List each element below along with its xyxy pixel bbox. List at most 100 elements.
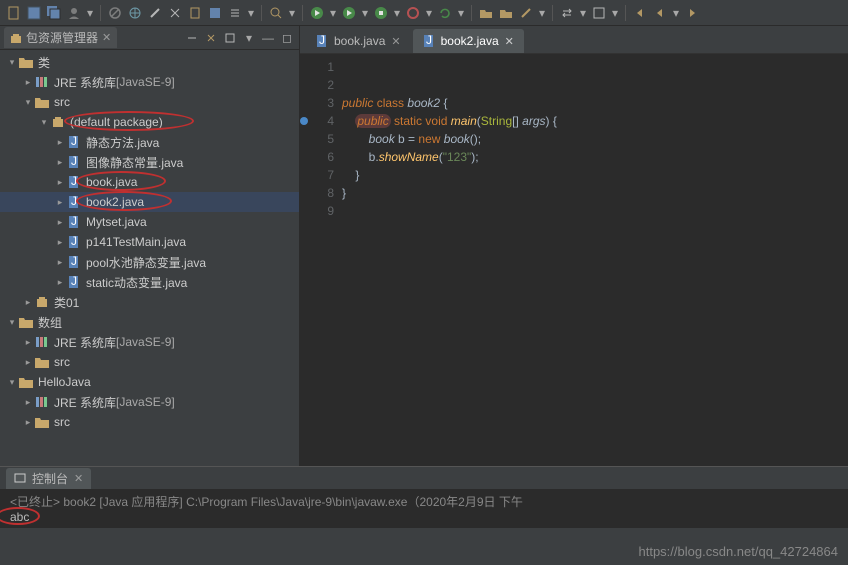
dropdown-icon[interactable]: ▾: [329, 5, 337, 21]
stop-icon[interactable]: [405, 5, 421, 21]
save-icon[interactable]: [26, 5, 42, 21]
breakpoint-icon[interactable]: [300, 117, 308, 125]
code-editor[interactable]: 123456789 public class book2 { public st…: [300, 54, 848, 466]
dropdown-icon[interactable]: ▾: [611, 5, 619, 21]
console-tab[interactable]: 控制台 ✕: [6, 468, 91, 489]
expand-icon[interactable]: ▾: [6, 57, 18, 68]
expand-icon[interactable]: ▾: [22, 97, 34, 108]
folder-new-icon[interactable]: [498, 5, 514, 21]
java-icon: J: [66, 215, 82, 229]
folder-open-icon[interactable]: [478, 5, 494, 21]
expand-icon[interactable]: ▸: [22, 397, 34, 408]
tree-item[interactable]: ▸J图像静态常量.java: [0, 152, 299, 172]
saveall-icon[interactable]: [46, 5, 62, 21]
globe-icon[interactable]: [127, 5, 143, 21]
back-icon[interactable]: [632, 5, 648, 21]
cut-icon[interactable]: [167, 5, 183, 21]
minimize-icon[interactable]: —: [260, 30, 276, 46]
editor-tab[interactable]: Jbook.java✕: [306, 29, 411, 53]
dropdown-icon[interactable]: ▾: [579, 5, 587, 21]
tree-item[interactable]: ▸ src: [0, 352, 299, 372]
tree-item[interactable]: ▾类: [0, 52, 299, 72]
list-icon[interactable]: [227, 5, 243, 21]
expand-icon[interactable]: ▸: [22, 77, 34, 88]
clip-icon[interactable]: [187, 5, 203, 21]
dropdown-icon[interactable]: ▾: [672, 5, 680, 21]
tree-item[interactable]: ▸JRE 系统库 [JavaSE-9]: [0, 332, 299, 352]
tree-item[interactable]: ▸Jbook.java: [0, 172, 299, 192]
expand-icon[interactable]: ▸: [54, 257, 66, 268]
run-icon[interactable]: [309, 5, 325, 21]
tree-label: src: [54, 415, 70, 429]
expand-icon[interactable]: ▾: [6, 317, 18, 328]
expand-icon[interactable]: ▸: [54, 137, 66, 148]
expand-icon[interactable]: ▸: [54, 217, 66, 228]
tree-item[interactable]: ▸J静态方法.java: [0, 132, 299, 152]
editor-tab[interactable]: Jbook2.java✕: [413, 29, 524, 53]
tree-item[interactable]: ▸Jbook2.java: [0, 192, 299, 212]
tree-item[interactable]: ▸Jpool水池静态变量.java: [0, 252, 299, 272]
filter-icon[interactable]: [222, 30, 238, 46]
expand-icon[interactable]: ▸: [54, 237, 66, 248]
expand-icon[interactable]: ▸: [22, 297, 34, 308]
expand-icon[interactable]: ▾: [38, 117, 50, 128]
close-icon[interactable]: ✕: [391, 35, 400, 48]
refresh-icon[interactable]: [437, 5, 453, 21]
expand-icon[interactable]: ▸: [22, 337, 34, 348]
window-icon[interactable]: [591, 5, 607, 21]
collapse-icon[interactable]: [184, 30, 200, 46]
tree-item[interactable]: ▸JRE 系统库 [JavaSE-9]: [0, 392, 299, 412]
tree-item[interactable]: ▸类01: [0, 292, 299, 312]
expand-icon[interactable]: ▸: [54, 197, 66, 208]
close-icon[interactable]: ✕: [505, 35, 514, 48]
brush-icon[interactable]: [518, 5, 534, 21]
dropdown-icon[interactable]: ▾: [86, 5, 94, 21]
tree-item[interactable]: ▸Jp141TestMain.java: [0, 232, 299, 252]
dropdown-icon[interactable]: ▾: [247, 5, 255, 21]
book-icon[interactable]: [207, 5, 223, 21]
expand-icon[interactable]: ▸: [54, 177, 66, 188]
new-icon[interactable]: [6, 5, 22, 21]
tree-item[interactable]: ▸JRE 系统库 [JavaSE-9]: [0, 72, 299, 92]
java-icon: J: [66, 255, 82, 269]
expand-icon[interactable]: ▸: [54, 277, 66, 288]
expand-icon[interactable]: ▸: [22, 357, 34, 368]
tree-item[interactable]: ▾HelloJava: [0, 372, 299, 392]
close-icon[interactable]: ✕: [102, 31, 111, 44]
dropdown-icon[interactable]: ▾: [457, 5, 465, 21]
tree-item[interactable]: ▸JMytset.java: [0, 212, 299, 232]
tree-item[interactable]: ▸Jstatic动态变量.java: [0, 272, 299, 292]
project-tree[interactable]: ▾类▸JRE 系统库 [JavaSE-9]▾src▾(default packa…: [0, 50, 299, 466]
dropdown-icon[interactable]: ▾: [288, 5, 296, 21]
search-icon[interactable]: [268, 5, 284, 21]
tree-item[interactable]: ▾(default package): [0, 112, 299, 132]
link-icon[interactable]: [203, 30, 219, 46]
swap-icon[interactable]: [559, 5, 575, 21]
maximize-icon[interactable]: ◻: [279, 30, 295, 46]
tree-item[interactable]: ▾数组: [0, 312, 299, 332]
debug-icon[interactable]: [373, 5, 389, 21]
dropdown-icon[interactable]: ▾: [538, 5, 546, 21]
run-ext-icon[interactable]: [341, 5, 357, 21]
tree-label: src: [54, 355, 70, 369]
dropdown-icon[interactable]: ▾: [361, 5, 369, 21]
expand-icon[interactable]: ▾: [6, 377, 18, 388]
wand-icon[interactable]: [147, 5, 163, 21]
panel-title-tab[interactable]: 包资源管理器 ✕: [4, 27, 117, 48]
profile-icon[interactable]: [66, 5, 82, 21]
dropdown-icon[interactable]: ▾: [425, 5, 433, 21]
tree-decoration: [JavaSE-9]: [116, 75, 175, 89]
tree-item[interactable]: ▾src: [0, 92, 299, 112]
console-output[interactable]: <已终止> book2 [Java 应用程序] C:\Program Files…: [0, 489, 848, 528]
back-step-icon[interactable]: [652, 5, 668, 21]
forward-icon[interactable]: [684, 5, 700, 21]
expand-icon[interactable]: ▸: [54, 157, 66, 168]
tree-item[interactable]: ▸ src: [0, 412, 299, 432]
dropdown-icon[interactable]: ▾: [393, 5, 401, 21]
dropdown-icon[interactable]: ▾: [241, 30, 257, 46]
close-icon[interactable]: ✕: [74, 472, 83, 485]
lib-icon: [34, 395, 50, 409]
code-text[interactable]: public class book2 { public static void …: [342, 58, 848, 466]
expand-icon[interactable]: ▸: [22, 417, 34, 428]
disable-icon[interactable]: [107, 5, 123, 21]
